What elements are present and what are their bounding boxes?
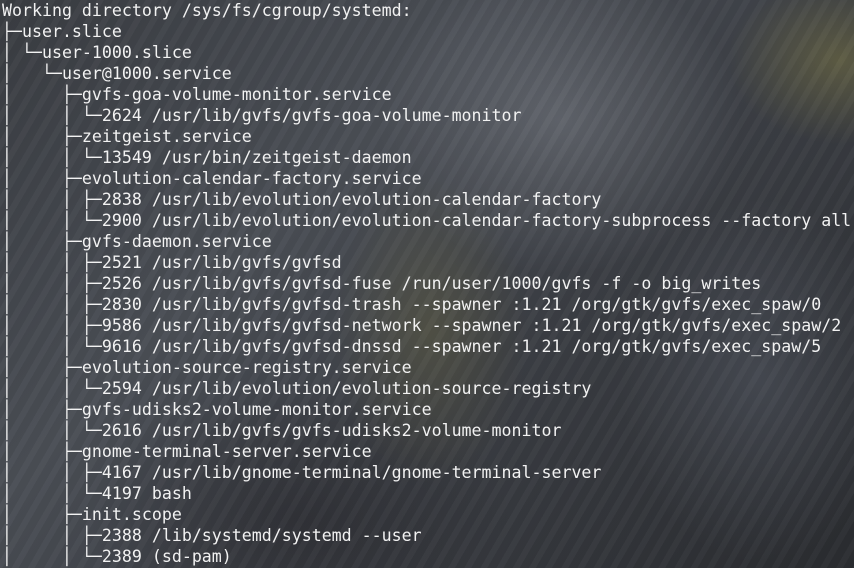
cgroup-tree-line: │ │ ├─2838 /usr/lib/evolution/evolution-… xyxy=(2,190,602,209)
terminal-window[interactable]: Working directory /sys/fs/cgroup/systemd… xyxy=(0,0,854,568)
cgroup-tree-line: │ ├─gvfs-daemon.service xyxy=(2,232,272,251)
cgroup-tree-line: │ │ ├─2388 /lib/systemd/systemd --user xyxy=(2,526,422,545)
cgroup-tree-line: │ ├─gvfs-udisks2-volume-monitor.service xyxy=(2,400,432,419)
working-directory-line: Working directory /sys/fs/cgroup/systemd… xyxy=(2,1,412,20)
cgroup-tree-line: │ ├─zeitgeist.service xyxy=(2,127,252,146)
cgroup-tree-line: │ │ ├─2521 /usr/lib/gvfs/gvfsd xyxy=(2,253,342,272)
cgroup-tree-line: │ │ └─13549 /usr/bin/zeitgeist-daemon xyxy=(2,148,412,167)
cgroup-tree-line: │ ├─init.scope xyxy=(2,505,182,524)
cgroup-tree-line: │ │ ├─2830 /usr/lib/gvfs/gvfsd-trash --s… xyxy=(2,295,822,314)
cgroup-tree-line: │ ├─evolution-source-registry.service xyxy=(2,358,412,377)
cgroup-tree-line: │ ├─gvfs-goa-volume-monitor.service xyxy=(2,85,392,104)
cgroup-tree-line: │ │ ├─2526 /usr/lib/gvfs/gvfsd-fuse /run… xyxy=(2,274,762,293)
cgroup-tree-line: │ │ └─2389 (sd-pam) xyxy=(2,547,232,566)
cgroup-tree-line: │ ├─gnome-terminal-server.service xyxy=(2,442,372,461)
cgroup-tree-line: │ │ └─4197 bash xyxy=(2,484,192,503)
cgroup-tree-line: │ │ ├─9586 /usr/lib/gvfs/gvfsd-network -… xyxy=(2,316,842,335)
cgroup-tree-line: │ └─user@1000.service xyxy=(2,64,232,83)
cgroup-tree-line: │ │ ├─4167 /usr/lib/gnome-terminal/gnome… xyxy=(2,463,602,482)
cgroup-tree-line: │ │ └─2900 /usr/lib/evolution/evolution-… xyxy=(2,211,852,230)
cgroup-tree-line: │ ├─evolution-calendar-factory.service xyxy=(2,169,422,188)
cgroup-tree-line: │ └─user-1000.slice xyxy=(2,43,192,62)
cgroup-tree-line: │ │ └─2616 /usr/lib/gvfs/gvfs-udisks2-vo… xyxy=(2,421,562,440)
cgroup-tree-line: │ │ └─9616 /usr/lib/gvfs/gvfsd-dnssd --s… xyxy=(2,337,822,356)
cgroup-tree-line: ├─user.slice xyxy=(2,22,122,41)
terminal-output: Working directory /sys/fs/cgroup/systemd… xyxy=(0,0,851,567)
cgroup-tree-line: │ │ └─2624 /usr/lib/gvfs/gvfs-goa-volume… xyxy=(2,106,522,125)
cgroup-tree-line: │ │ └─2594 /usr/lib/evolution/evolution-… xyxy=(2,379,592,398)
